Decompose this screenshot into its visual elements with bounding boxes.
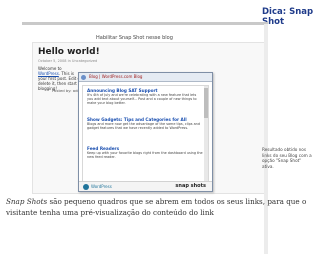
popup-content: Announcing Blog SAT Support It's 4th of … xyxy=(82,85,209,182)
post-title[interactable]: Hello world! xyxy=(38,47,100,57)
result-note: Resultado obtido nos links do seu Blog c… xyxy=(262,147,312,169)
popup-footer-logo: WordPress xyxy=(91,184,112,189)
page-edge xyxy=(264,24,268,254)
popup-entry[interactable]: Feed Readers Keep up with your favorite … xyxy=(87,146,203,159)
snapshot-popup[interactable]: Blog | WordPress.com Blog Announcing Blo… xyxy=(78,72,213,192)
scrollbar-thumb[interactable] xyxy=(204,88,208,118)
popup-favicon-icon xyxy=(81,75,86,80)
popup-url[interactable]: Blog | WordPress.com Blog xyxy=(89,74,142,79)
post-meta: October 5, 2008 in Uncategorized xyxy=(38,59,98,63)
slide-caption: Snap Shots são pequeno quadros que se ab… xyxy=(6,197,316,218)
blog-header-text: Habilitar Snap Shot nesse blog xyxy=(96,35,173,41)
popup-title-bar: Blog | WordPress.com Blog xyxy=(79,73,212,82)
popup-entry[interactable]: Show Gadgets: Tips and Categories for Al… xyxy=(87,117,203,130)
snap-shots-brand[interactable]: snap shots xyxy=(175,183,206,189)
popup-footer: WordPress snap shots xyxy=(79,181,212,191)
popup-entry[interactable]: Announcing Blog SAT Support It's 4th of … xyxy=(87,88,203,105)
browser-top-bar xyxy=(22,22,268,25)
popup-entry-body: Blogs and more now get the advantage of … xyxy=(87,122,200,131)
caption-emphasis: Snap Shots xyxy=(6,197,48,206)
popup-scrollbar[interactable] xyxy=(204,86,208,181)
popup-entry-body: Keep up with your favorite blogs right f… xyxy=(87,151,203,160)
caption-text: são pequeno quadros que se abrem em todo… xyxy=(6,197,307,217)
popup-entry-body: It's 4th of July and we're celebrating w… xyxy=(87,93,197,106)
wordpress-logo-icon xyxy=(83,184,89,190)
